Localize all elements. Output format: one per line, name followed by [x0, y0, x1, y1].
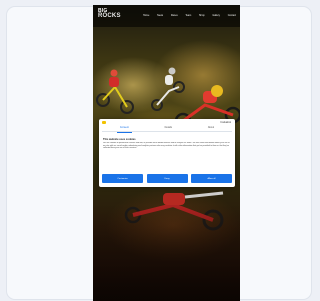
nav-item-gallery[interactable]: Gallery [212, 14, 220, 20]
site-nav: Home News Races Team Shop Gallery Contac… [143, 14, 236, 20]
tab-consent[interactable]: Consent [116, 126, 132, 133]
tab-about[interactable]: About [205, 126, 217, 131]
nav-item-news[interactable]: News [157, 14, 163, 20]
tab-details[interactable]: Details [162, 126, 175, 131]
nav-item-races[interactable]: Races [171, 14, 178, 20]
customize-button[interactable]: Customize [102, 174, 143, 183]
cookie-consent-dialog: Cookiebot Consent Details About This web… [99, 119, 235, 187]
logo-line2: ROCKS [98, 13, 121, 19]
consent-tabs: Consent Details About [102, 126, 232, 133]
nav-item-home[interactable]: Home [143, 14, 149, 20]
site-logo[interactable]: BIG ROCKS [98, 9, 124, 24]
nav-item-team[interactable]: Team [185, 14, 191, 20]
consent-heading: This website uses cookies [103, 138, 136, 141]
nav-item-contact[interactable]: Contact [228, 14, 236, 20]
allow-all-button[interactable]: Allow all [191, 174, 232, 183]
consent-body-text: We use cookies to personalise content an… [103, 142, 230, 150]
consent-button-row: Customize Deny Allow all [102, 174, 232, 183]
site-header: BIG ROCKS Home News Races Team Shop Gall… [93, 5, 240, 27]
nav-item-shop[interactable]: Shop [199, 14, 205, 20]
bottom-shade [93, 205, 240, 301]
rider-left [96, 69, 134, 114]
consent-brand: Cookiebot [220, 121, 231, 124]
consent-logo-icon [102, 121, 106, 124]
deny-button[interactable]: Deny [146, 174, 188, 183]
rider-center [151, 67, 185, 111]
